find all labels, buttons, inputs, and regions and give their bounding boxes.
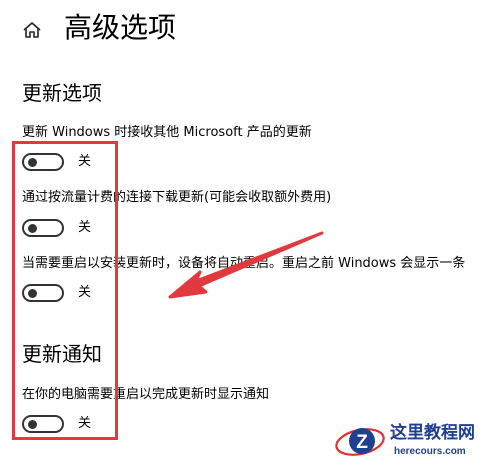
- watermark-url: herecours.com: [394, 446, 466, 457]
- highlight-box: [12, 141, 118, 440]
- svg-text:Z: Z: [356, 432, 368, 453]
- watermark: Z 这里教程网 herecours.com: [334, 419, 482, 463]
- settings-page: 高级选项 更新选项 更新 Windows 时接收其他 Microsoft 产品的…: [0, 0, 482, 463]
- watermark-name: 这里教程网: [390, 423, 475, 443]
- option-label-other-products: 更新 Windows 时接收其他 Microsoft 产品的更新: [22, 125, 312, 140]
- home-icon[interactable]: [22, 21, 42, 39]
- page-title: 高级选项: [64, 11, 177, 44]
- section-title-update-options: 更新选项: [22, 81, 102, 105]
- watermark-logo-icon: Z: [335, 428, 385, 456]
